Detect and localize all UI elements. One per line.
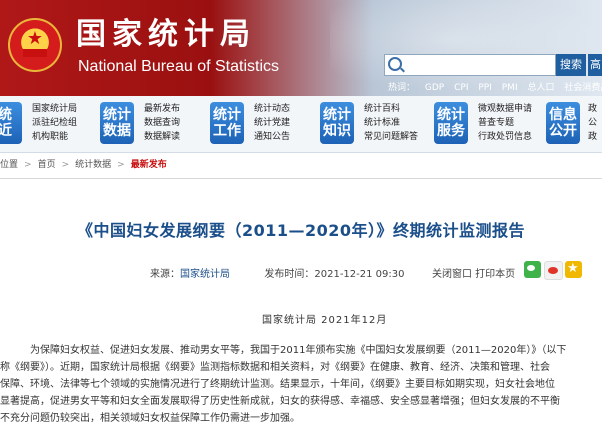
nav-link[interactable]: 数据解读 [144, 130, 180, 144]
nav-link[interactable]: 最新发布 [144, 102, 180, 116]
article-meta: 来源：国家统计局 发布时间：2021-12-21 09:30 [150, 265, 405, 280]
breadcrumb-item: 位置 [0, 160, 19, 170]
published-label: 发布时间： [264, 269, 315, 280]
national-emblem-icon: ★ [8, 18, 62, 72]
weibo-share-icon[interactable] [544, 261, 563, 280]
nav-tile-line: 知识 [323, 123, 351, 139]
hot-word-link[interactable]: GDP [425, 83, 444, 93]
nav-links-work: 统计动态 统计党建 通知公告 [254, 102, 290, 144]
source-label: 来源： [150, 269, 180, 280]
body-line: 保障、环境、法律等七个领域的实施情况进行了终期统计监测。结果显示，十年间，《纲要… [0, 379, 555, 390]
nav-link[interactable]: 机构职能 [32, 130, 77, 144]
nav-tile-disclosure[interactable]: 信息 公开 [546, 102, 580, 144]
body-line: 不充分问题仍较突出，相关领域妇女权益保障工作仍需进一步加强。 [0, 413, 300, 424]
advanced-search-button[interactable]: 高 [588, 54, 602, 76]
qzone-share-icon[interactable] [565, 261, 582, 278]
nav-links-service: 微观数据申请 普查专题 行政处罚信息 [478, 102, 532, 144]
article-body: 为保障妇女权益、促进妇女发展、推动男女平等，我国于2011年颁布实施《中国妇女发… [0, 342, 602, 427]
breadcrumb-separator: > [61, 160, 70, 170]
hot-word-link[interactable]: PMI [502, 83, 518, 93]
nav-link[interactable]: 公 [588, 116, 597, 130]
article-dateline: 国家统计局 2021年12月 [262, 315, 388, 326]
nav-links-knowledge: 统计百科 统计标准 常见问题解答 [364, 102, 418, 144]
nav-link[interactable]: 数据查询 [144, 116, 180, 130]
breadcrumb-item[interactable]: 统计数据 [75, 160, 111, 170]
main-navigation: 统 近 国家统计局 派驻纪检组 机构职能 统计 数据 最新发布 数据查询 数据解… [0, 96, 602, 153]
nav-tile-line: 统计 [103, 107, 131, 123]
nav-link[interactable]: 普查专题 [478, 116, 532, 130]
nav-tile-work[interactable]: 统计 工作 [210, 102, 244, 144]
search-input[interactable] [403, 56, 557, 74]
hot-word-link[interactable]: CPI [454, 83, 468, 93]
article-tools[interactable]: 关闭窗口 打印本页 [432, 265, 515, 280]
nav-links-about: 国家统计局 派驻纪检组 机构职能 [32, 102, 77, 144]
nav-link[interactable]: 政 [588, 130, 597, 144]
divider [0, 178, 602, 179]
search-icon [388, 57, 402, 71]
body-line: 称《纲要》）。近期，国家统计局根据《纲要》监测指标数据和相关资料，对《纲要》在健… [0, 362, 550, 373]
nav-tile-line: 统计 [213, 107, 241, 123]
nav-tile-line: 服务 [437, 123, 465, 139]
nav-links-data: 最新发布 数据查询 数据解读 [144, 102, 180, 144]
hot-word-link[interactable]: 社会消费品零售 [564, 83, 602, 93]
hot-words-label: 热词： [388, 83, 416, 93]
breadcrumb: 位置 > 首页 > 统计数据 > 最新发布 [0, 157, 167, 173]
breadcrumb-separator: > [117, 160, 125, 170]
nav-link[interactable]: 统计标准 [364, 116, 418, 130]
hot-words-bar: 热词： GDP CPI PPI PMI 总人口 社会消费品零售 [388, 80, 602, 94]
search-field[interactable] [384, 54, 557, 76]
nav-link[interactable]: 行政处罚信息 [478, 130, 532, 144]
breadcrumb-item[interactable]: 首页 [38, 160, 56, 170]
nav-tile-line: 工作 [213, 123, 241, 139]
nav-links-disclosure: 政 公 政 [588, 102, 597, 144]
nav-tile-line: 统 [0, 107, 12, 123]
article-title: 《中国妇女发展纲要（2011—2020年）》终期统计监测报告 [76, 221, 526, 240]
nav-tile-line: 信息 [549, 107, 577, 123]
hot-word-link[interactable]: 总人口 [527, 83, 554, 93]
nav-tile-line: 统计 [323, 107, 351, 123]
nav-tile-knowledge[interactable]: 统计 知识 [320, 102, 354, 144]
nav-tile-line: 数据 [103, 123, 131, 139]
nav-link[interactable]: 微观数据申请 [478, 102, 532, 116]
published-value: 2021-12-21 09:30 [314, 269, 405, 280]
nav-link[interactable]: 国家统计局 [32, 102, 77, 116]
nav-tile-line: 公开 [549, 123, 577, 139]
nav-link[interactable]: 统计党建 [254, 116, 290, 130]
nav-tile-line: 统计 [437, 107, 465, 123]
nav-link[interactable]: 统计百科 [364, 102, 418, 116]
wechat-share-icon[interactable] [524, 261, 541, 278]
nav-link[interactable]: 派驻纪检组 [32, 116, 77, 130]
search-button[interactable]: 搜索 [556, 54, 586, 76]
nav-tile-about[interactable]: 统 近 [0, 102, 22, 144]
breadcrumb-separator: > [24, 160, 32, 170]
site-title-cn[interactable]: 国家统计局 [76, 18, 256, 52]
nav-link[interactable]: 通知公告 [254, 130, 290, 144]
site-header: ★ 国家统计局 National Bureau of Statistics 搜索… [0, 0, 602, 96]
nav-link[interactable]: 统计动态 [254, 102, 290, 116]
body-line: 为保障妇女权益、促进妇女发展、推动男女平等，我国于2011年颁布实施《中国妇女发… [30, 345, 567, 356]
body-line: 显著提高，促进男女平等和妇女全面发展取得了历史性新成就，妇女的获得感、幸福感、安… [0, 396, 560, 407]
hot-word-link[interactable]: PPI [478, 83, 492, 93]
nav-link[interactable]: 政 [588, 102, 597, 116]
site-title-en[interactable]: National Bureau of Statistics [78, 58, 279, 76]
breadcrumb-current[interactable]: 最新发布 [131, 160, 167, 170]
nav-tile-data[interactable]: 统计 数据 [100, 102, 134, 144]
source-value[interactable]: 国家统计局 [180, 269, 230, 280]
nav-link[interactable]: 常见问题解答 [364, 130, 418, 144]
nav-tile-line: 近 [0, 123, 12, 139]
nav-tile-service[interactable]: 统计 服务 [434, 102, 468, 144]
